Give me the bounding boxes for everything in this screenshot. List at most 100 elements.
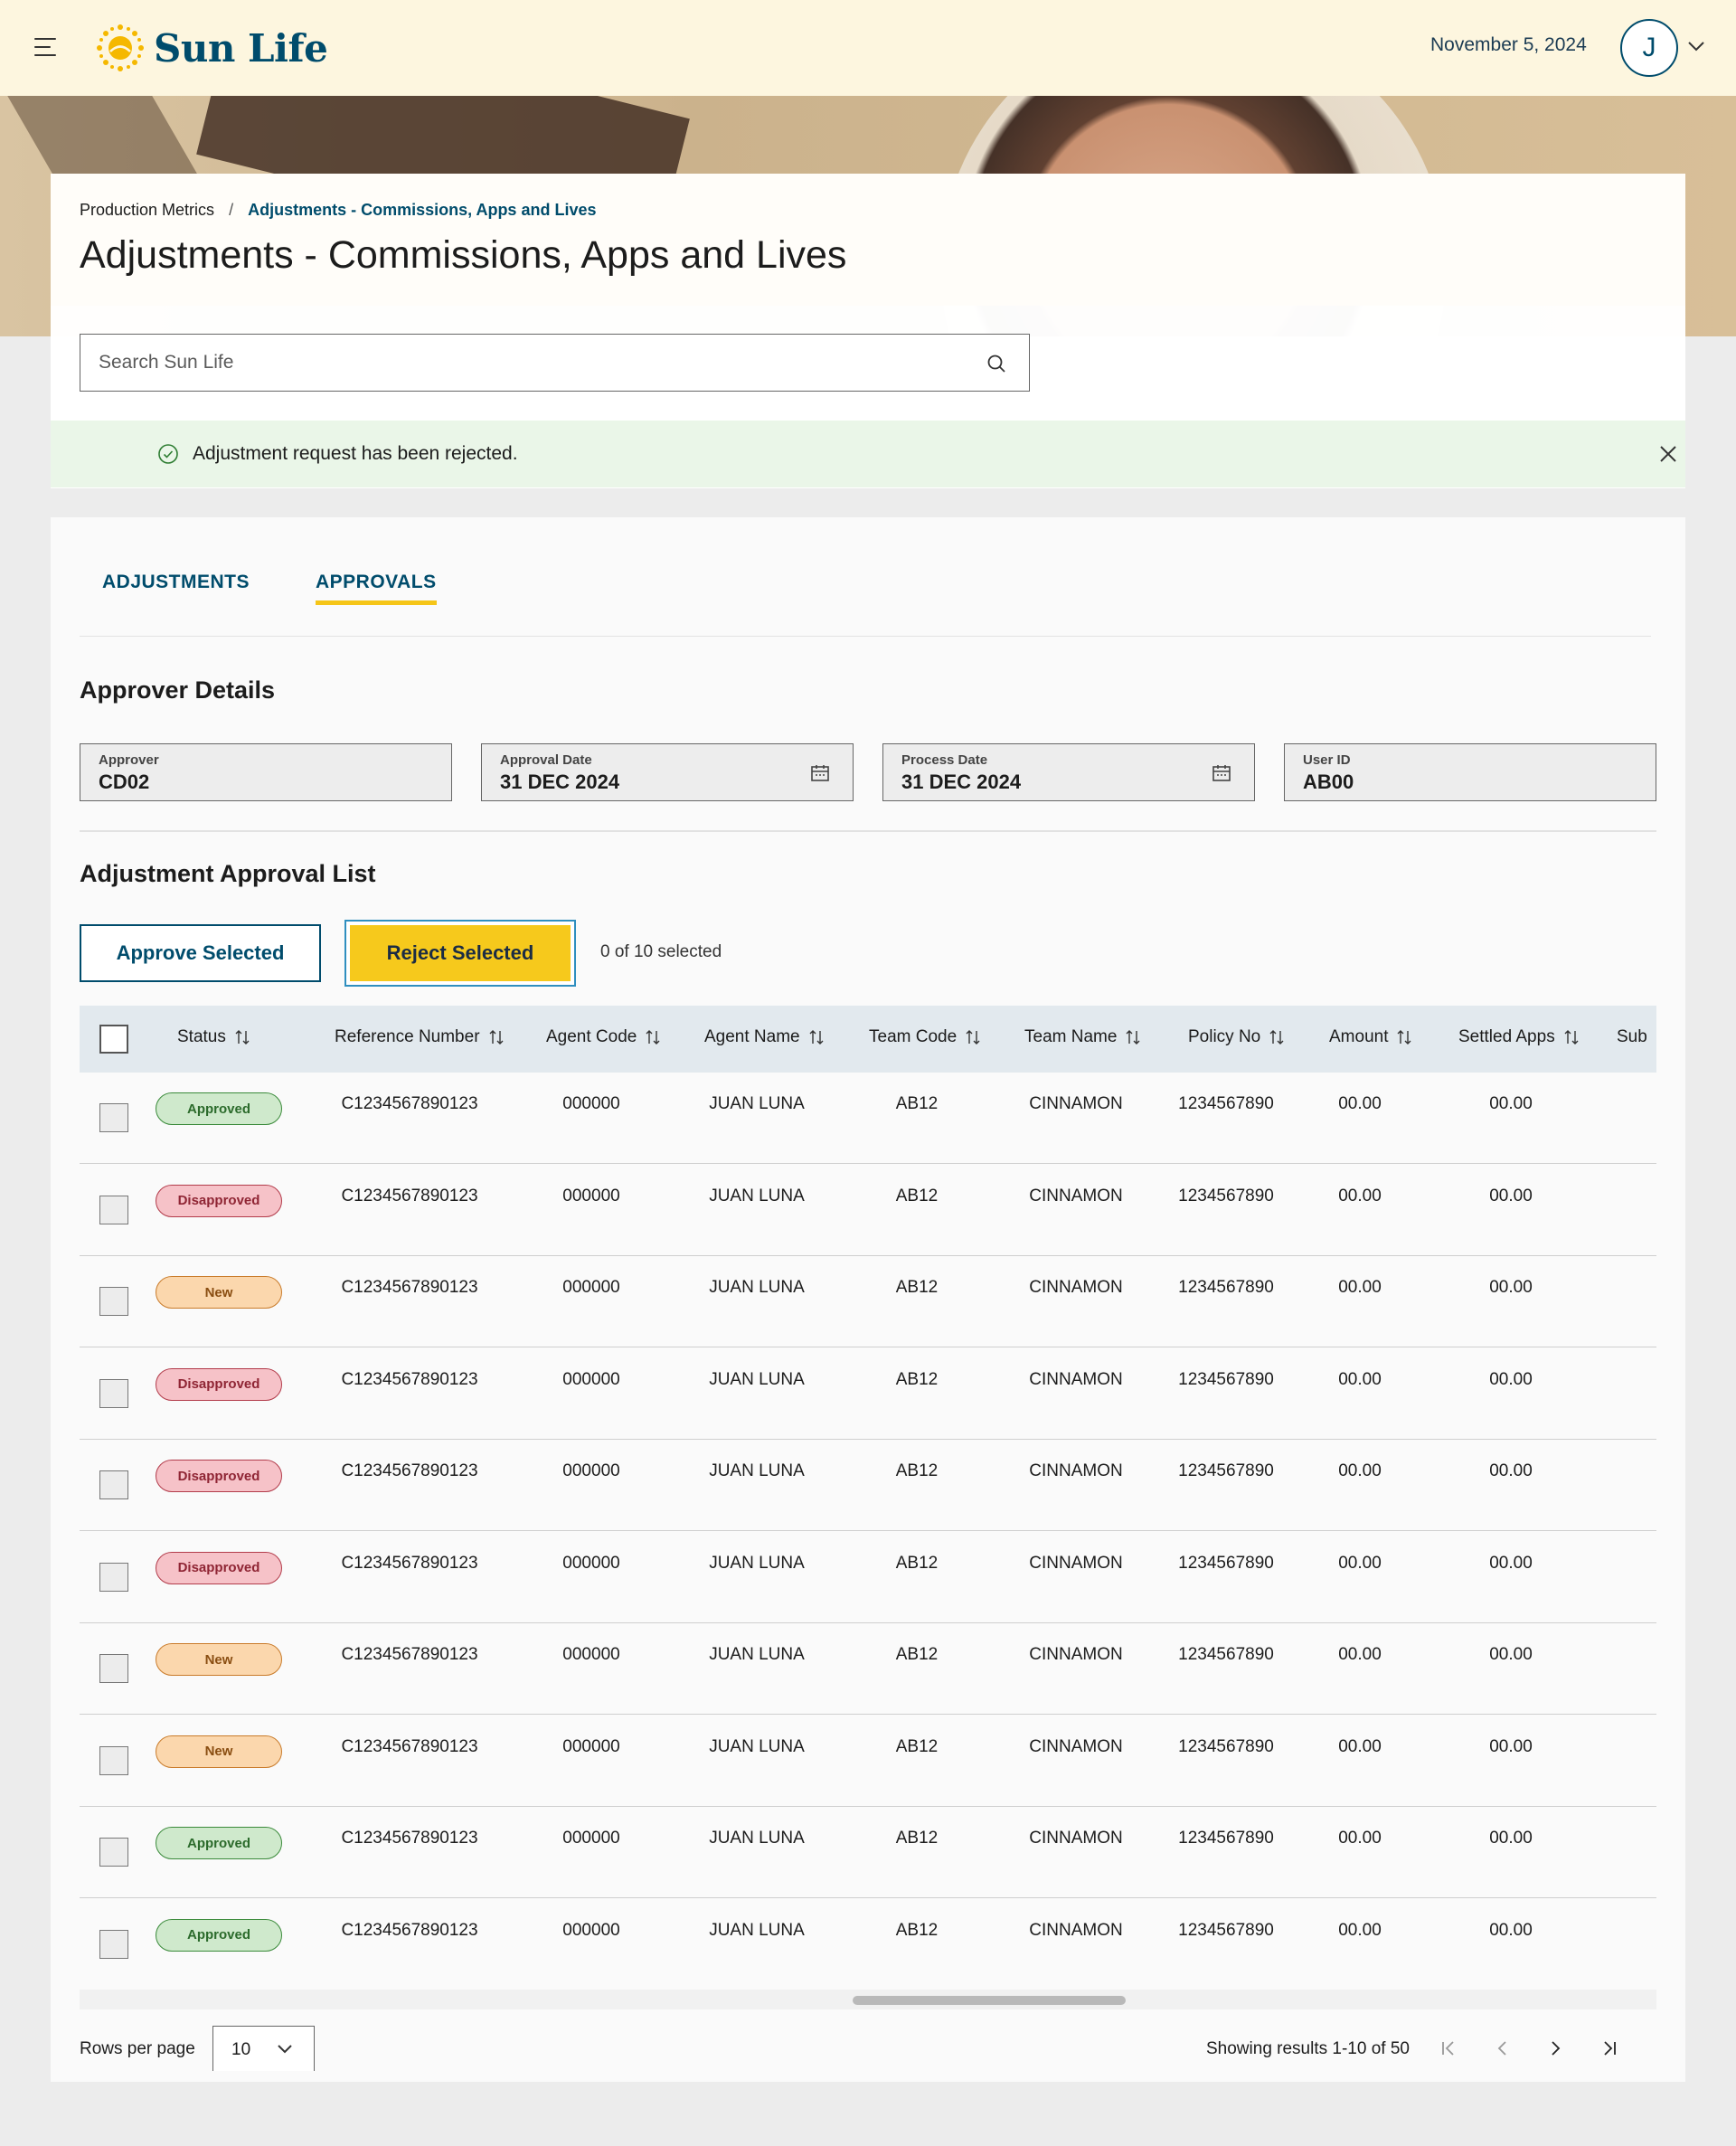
status-badge: Disapproved [156,1551,282,1584]
toast-message: Adjustment request has been rejected. [193,443,518,464]
column-header-label: Policy No [1188,1027,1261,1046]
cell-settled-apps: 00.00 [1489,1920,1533,1940]
row-checkbox[interactable] [99,1654,128,1683]
approver-field[interactable]: Approver CD02 [80,743,452,801]
cell-agent-code: 000000 [562,1369,620,1389]
calendar-icon[interactable] [809,762,831,784]
table-row[interactable]: Approved C1234567890123 000000 JUAN LUNA AB1… [80,1073,1656,1164]
cell-ref: C1234567890123 [341,1369,478,1389]
horizontal-scrollbar[interactable] [80,1990,1656,2009]
cell-team-code: AB12 [895,1829,939,1848]
avatar-initial: J [1642,33,1656,62]
table-row[interactable]: Approved C1234567890123 000000 JUAN LUNA AB1… [80,1899,1656,1990]
status-badge: Approved [156,1827,282,1859]
row-checkbox[interactable] [99,1195,128,1224]
cell-agent-name: JUAN LUNA [709,1736,805,1756]
sort-icon[interactable] [646,1028,660,1046]
search-icon[interactable] [986,353,1007,374]
row-checkbox[interactable] [99,1103,128,1132]
sort-icon[interactable] [1126,1028,1140,1046]
cell-agent-code: 000000 [562,1461,620,1480]
row-checkbox[interactable] [99,1470,128,1499]
table-row[interactable]: Disapproved C1234567890123 000000 JUAN LUNA… [80,1165,1656,1256]
cell-amount: 00.00 [1338,1461,1382,1480]
sort-icon[interactable] [1397,1028,1411,1046]
hamburger-icon[interactable] [34,36,60,60]
user-id-field[interactable]: User ID AB00 [1284,743,1656,801]
column-header[interactable]: Settled Apps [1458,1027,1579,1047]
prev-page-icon[interactable] [1492,2037,1514,2059]
chevron-down-icon[interactable] [1687,40,1705,52]
sort-icon[interactable] [809,1028,824,1046]
cell-ref: C1234567890123 [341,1094,478,1113]
row-checkbox[interactable] [99,1838,128,1867]
cell-policy-no: 1234567890 [1178,1186,1274,1205]
column-header[interactable]: Team Name [1024,1027,1140,1047]
field-value: 31 DEC 2024 [500,770,620,793]
check-circle-icon [158,444,178,464]
table-row[interactable]: New C1234567890123 000000 JUAN LUNA AB12 CINN… [80,1623,1656,1715]
select-all-checkbox[interactable] [99,1025,128,1054]
column-header[interactable]: Agent Name [704,1027,824,1047]
table-row[interactable]: Disapproved C1234567890123 000000 JUAN LUNA… [80,1532,1656,1623]
row-checkbox[interactable] [99,1562,128,1592]
table-row[interactable]: Approved C1234567890123 000000 JUAN LUNA AB1… [80,1807,1656,1898]
calendar-icon[interactable] [1211,762,1232,784]
sort-icon[interactable] [489,1028,504,1046]
sun-logo-icon [97,24,144,71]
process-date-field[interactable]: Process Date 31 DEC 2024 [882,743,1255,801]
breadcrumb-production-metrics[interactable]: Production Metrics [80,201,214,220]
cell-amount: 00.00 [1338,1829,1382,1848]
rows-per-page-select[interactable]: 10 [212,2026,315,2071]
field-value: AB00 [1303,770,1354,793]
row-checkbox[interactable] [99,1745,128,1775]
first-page-icon[interactable] [1438,2037,1459,2059]
approval-date-field[interactable]: Approval Date 31 DEC 2024 [481,743,854,801]
sun-life-logo[interactable]: Sun Life [94,22,328,74]
cell-ref: C1234567890123 [341,1920,478,1940]
column-header-label: Sub [1617,1027,1647,1046]
cell-ref: C1234567890123 [341,1829,478,1848]
row-checkbox[interactable] [99,1929,128,1959]
approval-table: Status Reference Number Agent Code Agent Na… [80,1006,1656,1990]
breadcrumb-current[interactable]: Adjustments - Commissions, Apps and Live… [248,201,596,220]
tab-approvals[interactable]: APPROVALS [316,572,437,605]
sort-icon[interactable] [1269,1028,1284,1046]
table-row[interactable]: New C1234567890123 000000 JUAN LUNA AB12 CINN… [80,1256,1656,1347]
cell-amount: 00.00 [1338,1186,1382,1205]
status-badge: Disapproved [156,1184,282,1217]
table-row[interactable]: Disapproved C1234567890123 000000 JUAN LUNA… [80,1348,1656,1440]
cell-team-code: AB12 [895,1461,939,1480]
next-page-icon[interactable] [1544,2037,1566,2059]
row-checkbox[interactable] [99,1378,128,1408]
row-checkbox[interactable] [99,1287,128,1316]
table-row[interactable]: Disapproved C1234567890123 000000 JUAN LUNA… [80,1440,1656,1531]
sort-icon[interactable] [1564,1028,1579,1046]
column-header[interactable]: Policy No [1188,1027,1284,1047]
sort-icon[interactable] [235,1028,250,1046]
tab-bar: ADJUSTMENTS APPROVALS [80,572,1651,637]
avatar[interactable]: J [1620,19,1678,77]
close-icon[interactable] [1656,442,1680,466]
cell-policy-no: 1234567890 [1178,1645,1274,1664]
table-row[interactable]: New C1234567890123 000000 JUAN LUNA AB12 CINN… [80,1716,1656,1807]
reject-selected-button[interactable]: Reject Selected [344,920,576,987]
cell-team-name: CINNAMON [1029,1736,1123,1756]
last-page-icon[interactable] [1599,2037,1620,2059]
column-header[interactable]: Amount [1329,1027,1411,1047]
column-header[interactable]: Agent Code [546,1027,660,1047]
tab-adjustments[interactable]: ADJUSTMENTS [102,572,250,600]
cell-policy-no: 1234567890 [1178,1461,1274,1480]
cell-team-code: AB12 [895,1278,939,1297]
sort-icon[interactable] [966,1028,980,1046]
column-header[interactable]: Team Code [869,1027,980,1047]
cell-amount: 00.00 [1338,1369,1382,1389]
header-date: November 5, 2024 [1430,34,1587,55]
cell-agent-name: JUAN LUNA [709,1829,805,1848]
cell-amount: 00.00 [1338,1094,1382,1113]
scrollbar-thumb[interactable] [853,1996,1126,2005]
column-header[interactable]: Reference Number [335,1027,504,1047]
column-header[interactable]: Status [177,1027,250,1047]
search-input[interactable] [80,335,1029,391]
approve-selected-button[interactable]: Approve Selected [80,924,321,982]
